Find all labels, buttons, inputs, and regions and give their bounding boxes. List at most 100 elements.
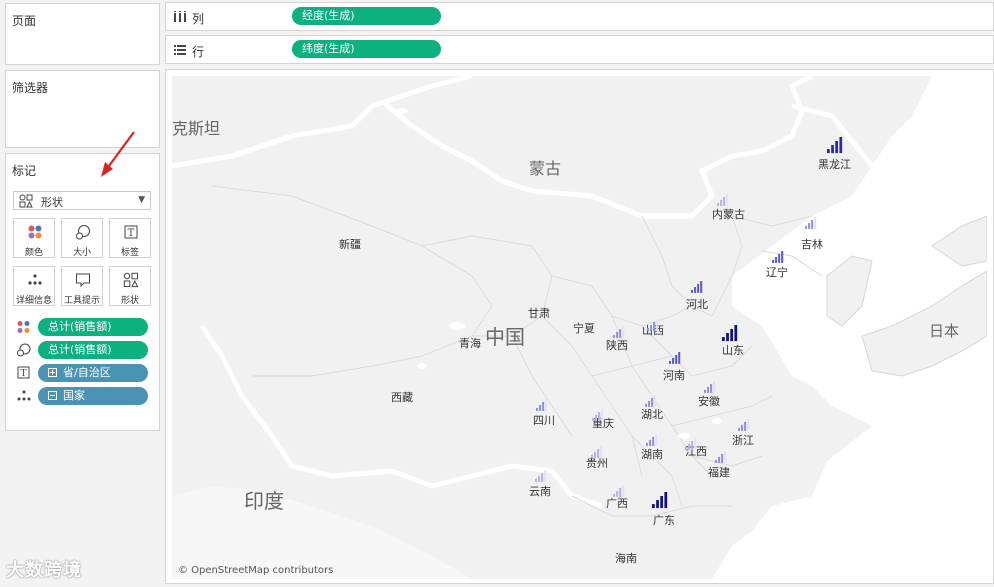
signal-bar: [700, 281, 703, 293]
map-attribution: © OpenStreetMap contributors: [178, 565, 334, 576]
signal-bar: [775, 256, 778, 263]
signal-bar: [542, 401, 545, 411]
signal-bar: [650, 324, 653, 331]
signal-bar: [710, 383, 713, 393]
tooltip-button-label: 工具提示: [63, 296, 100, 306]
collapse-minus-icon[interactable]: [48, 391, 57, 400]
signal-bar: [656, 319, 659, 331]
color-button[interactable]: 颜色: [13, 218, 55, 258]
tooltip-button[interactable]: 工具提示: [61, 266, 103, 306]
longitude-pill[interactable]: 经度(生成): [292, 7, 441, 25]
size-field-pill[interactable]: 总计(销售额): [38, 341, 148, 359]
signal-bar: [538, 475, 541, 482]
detail-dots-icon: [17, 390, 31, 401]
signal-bar: [721, 453, 724, 463]
province-label: 辽宁: [766, 265, 788, 279]
expand-plus-icon[interactable]: [48, 368, 57, 377]
signal-bar: [778, 253, 781, 263]
mark-type-dropdown[interactable]: 形状 ▼: [13, 191, 151, 210]
pill-label: 总计(销售额): [48, 320, 112, 333]
province-label: 山东: [722, 344, 744, 357]
label-field-pill[interactable]: 省/自治区: [38, 364, 148, 382]
country-label: 克斯坦: [172, 119, 220, 138]
province-label: 西藏: [391, 391, 413, 404]
signal-bar: [616, 490, 619, 497]
color-dots-icon: [17, 321, 30, 333]
signal-bar: [839, 137, 843, 154]
signal-bar: [544, 470, 547, 482]
chevron-down-icon: ▼: [138, 195, 145, 205]
shapes-icon: [19, 194, 33, 208]
shape-button[interactable]: 形状: [109, 266, 151, 306]
marks-card: 标记 形状 ▼ 颜色 大小 T 标签 详细信息 工具提示 形状 总计(销售额) …: [5, 153, 160, 431]
province-label: 河南: [663, 369, 685, 382]
signal-bar: [652, 436, 655, 446]
signal-bar: [704, 389, 707, 393]
latitude-pill[interactable]: 纬度(生成): [292, 40, 441, 58]
pill-label: 省/自治区: [63, 366, 111, 379]
signal-bar: [707, 386, 710, 393]
map-canvas[interactable]: 克斯坦蒙古中国印度 日本 黑龙江内蒙古吉林辽宁 新疆河北甘肃宁夏 山西青海 陕西 山东河南西…: [172, 76, 987, 579]
shape-button-label: 形状: [120, 296, 139, 306]
pages-card[interactable]: 页面: [5, 3, 160, 65]
signal-bar: [747, 419, 750, 431]
signal-bar: [697, 283, 700, 293]
signal-bar: [678, 352, 681, 364]
detail-field-pill[interactable]: 国家: [38, 387, 148, 405]
signal-bar: [726, 194, 729, 206]
signal-bar: [723, 196, 726, 206]
pill-label: 纬度(生成): [302, 42, 355, 55]
signal-bar: [601, 409, 604, 421]
province-label: 黑龙江: [818, 158, 851, 171]
province-label: 内蒙古: [712, 207, 745, 221]
watermark-logo: 大数跨境: [6, 556, 82, 582]
signal-bar: [646, 442, 649, 446]
svg-text:T: T: [20, 369, 26, 379]
detail-button[interactable]: 详细信息: [13, 266, 55, 306]
signal-bar: [772, 259, 775, 263]
signal-bar: [685, 446, 688, 450]
province-label: 陕西: [606, 338, 628, 352]
columns-shelf[interactable]: 列 经度(生成): [165, 2, 994, 31]
signal-bar: [694, 438, 697, 450]
marks-title: 标记: [12, 164, 37, 178]
signal-bar: [781, 251, 784, 263]
signal-bar: [539, 404, 542, 411]
map-view[interactable]: 克斯坦 蒙古 中国 印度 日本 黑龙江 内蒙古 吉林 辽宁 新疆 河北 甘肃 宁夏 山西 青海 陕西 山东 河南西…: [165, 69, 994, 584]
pill-label: 国家: [63, 389, 85, 402]
signal-bar: [616, 331, 619, 338]
signal-bar: [805, 225, 808, 229]
rows-icon: [174, 45, 186, 55]
color-field-pill[interactable]: 总计(销售额): [38, 318, 148, 336]
pages-title: 页面: [12, 14, 37, 28]
mark-type-label: 形状: [41, 196, 63, 209]
label-button[interactable]: T 标签: [109, 218, 151, 258]
signal-bar: [713, 381, 716, 393]
watermark-text: 大数跨境: [6, 560, 82, 581]
province-label: 湖北: [641, 408, 663, 421]
shapes-icon: [123, 272, 139, 288]
rows-label: 行: [192, 45, 205, 59]
detail-dots-icon: [28, 274, 42, 285]
signal-bar: [545, 399, 548, 411]
signal-bar: [652, 504, 655, 509]
signal-bar: [541, 472, 544, 482]
signal-bar: [660, 496, 664, 509]
size-button[interactable]: 大小: [61, 218, 103, 258]
signal-bar: [669, 360, 672, 364]
signal-bar: [535, 478, 538, 482]
province-label: 安徽: [698, 394, 720, 408]
country-label: 蒙古: [529, 159, 561, 178]
signal-bar: [722, 337, 725, 342]
rows-shelf[interactable]: 行 纬度(生成): [165, 35, 994, 64]
signal-bar: [835, 141, 839, 154]
province-label: 四川: [533, 414, 555, 427]
signal-bar: [691, 289, 694, 293]
signal-bar: [592, 417, 595, 421]
province-label: 广东: [653, 514, 675, 527]
signal-bar: [672, 357, 675, 364]
signal-bar: [741, 424, 744, 431]
signal-bar: [598, 411, 601, 421]
label-text-icon: T: [124, 225, 138, 239]
signal-bar: [717, 202, 720, 206]
